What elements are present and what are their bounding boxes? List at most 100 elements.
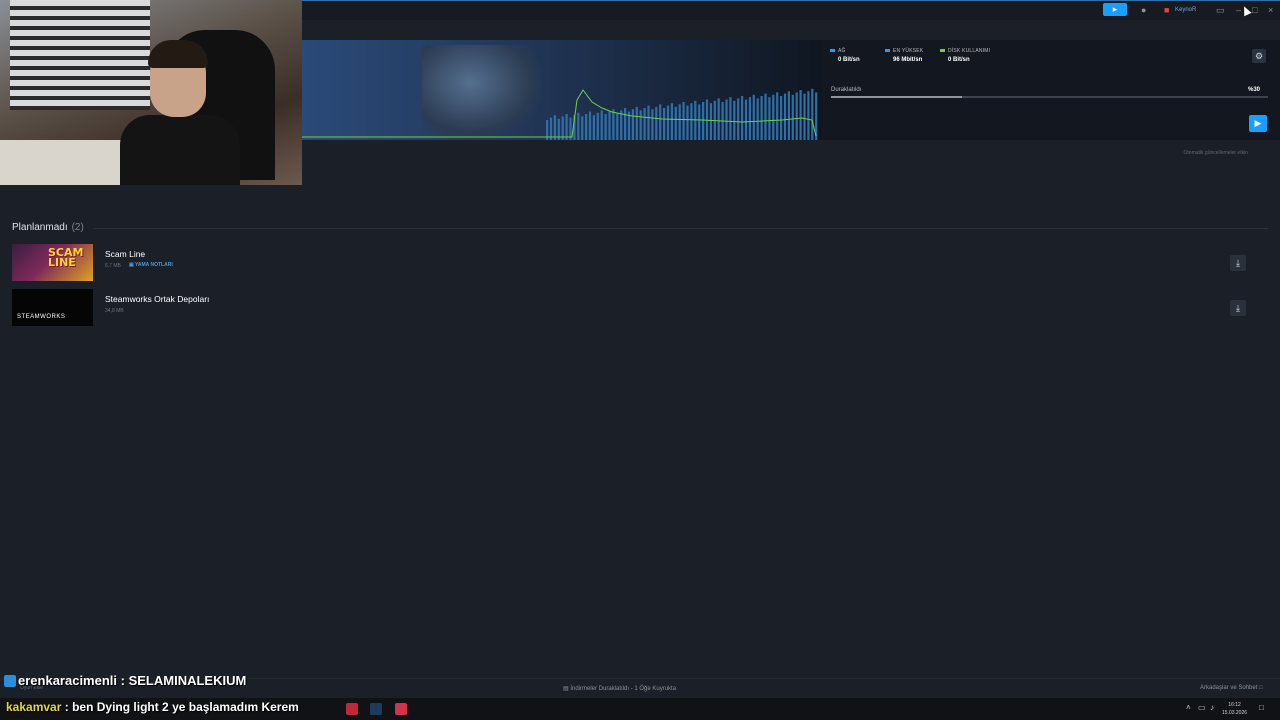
bandwidth-bar	[686, 105, 689, 140]
download-percent: %30	[1248, 87, 1261, 93]
bandwidth-bar	[772, 94, 775, 140]
download-item[interactable]: STEAMWORKS Steamworks Ortak Depoları 34,…	[12, 289, 1268, 327]
megaphone-icon: ▸	[1112, 4, 1118, 14]
bandwidth-bar	[635, 106, 638, 140]
bandwidth-bar	[588, 111, 592, 140]
game-title[interactable]: Scam Line	[105, 249, 145, 259]
download-item[interactable]: SCAM LINE Scam Line 6,7 MB ▣ YAMA NOTLAR…	[12, 244, 1268, 282]
section-count: (2)	[71, 222, 84, 233]
bandwidth-bar	[807, 91, 810, 140]
download-progress-fill	[831, 96, 963, 98]
bandwidth-bar	[620, 110, 623, 140]
bandwidth-bar	[748, 97, 751, 140]
window-blind	[10, 0, 150, 110]
bandwidth-bar	[592, 115, 595, 140]
bandwidth-bar	[725, 99, 728, 140]
maximize-icon[interactable]: □	[1252, 4, 1257, 16]
bandwidth-bar	[709, 103, 712, 140]
app-icon[interactable]	[395, 703, 407, 715]
download-button[interactable]: ⤓	[1230, 300, 1246, 316]
section-title: Planlanmadı (2)	[12, 222, 84, 233]
chat-message: erenkaracimenli : SELAMINALEKIUM	[4, 673, 246, 688]
stat-label: EN YÜKSEK	[893, 48, 924, 54]
minimize-icon[interactable]: –	[1236, 4, 1241, 16]
bandwidth-bar	[764, 93, 767, 140]
bandwidth-bar	[811, 88, 814, 140]
volume-icon[interactable]: ♪	[1210, 703, 1214, 712]
download-settings-button[interactable]: ⚙	[1252, 49, 1266, 63]
bandwidth-bar	[647, 105, 650, 140]
bandwidth-bar	[666, 105, 670, 140]
webcam-overlay	[0, 0, 302, 185]
username[interactable]: KeynoR	[1175, 4, 1196, 16]
gear-icon: ⚙	[1254, 51, 1264, 61]
bandwidth-bar	[581, 116, 584, 140]
bandwidth-bar	[655, 106, 658, 140]
bandwidth-bar	[659, 104, 662, 140]
bandwidth-bar	[604, 114, 607, 140]
bandwidth-bar	[783, 93, 787, 140]
bandwidth-bar	[608, 111, 611, 140]
bandwidth-bar	[616, 112, 619, 140]
bandwidth-bar	[795, 92, 798, 140]
patch-notes-link[interactable]: ▣ YAMA NOTLARI	[129, 262, 173, 268]
bandwidth-bar	[741, 96, 744, 140]
game-title[interactable]: Steamworks Ortak Depoları	[105, 294, 209, 304]
bandwidth-bar	[663, 108, 666, 140]
bandwidth-bar	[577, 112, 580, 140]
game-thumbnail[interactable]: STEAMWORKS	[12, 289, 93, 326]
bell-icon[interactable]: ●	[1141, 4, 1146, 16]
bandwidth-bar	[612, 109, 615, 140]
network-icon	[830, 49, 835, 53]
bandwidth-bar	[639, 110, 642, 140]
bandwidth-bar	[670, 103, 673, 140]
chat-badge-icon	[4, 675, 16, 687]
stat-label: DİSK KULLANIMI	[948, 48, 991, 54]
chat-icon: □	[1259, 685, 1263, 691]
announcements-button[interactable]: ▸	[1103, 3, 1127, 16]
system-clock[interactable]: 16:12 15.03.2026	[1222, 701, 1247, 717]
app-icon[interactable]	[346, 703, 358, 715]
bandwidth-bar	[752, 94, 755, 140]
download-progress-bar	[831, 96, 1268, 98]
bandwidth-bar	[600, 110, 603, 140]
big-picture-icon[interactable]: ▭	[1216, 4, 1225, 16]
bandwidth-bar	[698, 104, 701, 140]
bandwidth-bar	[729, 97, 732, 140]
game-thumbnail[interactable]: SCAM LINE	[12, 244, 93, 281]
bandwidth-bar	[585, 114, 588, 140]
disk-icon	[940, 49, 945, 53]
clock-time: 16:12	[1228, 702, 1241, 708]
notification-icon[interactable]: □	[1259, 703, 1264, 712]
tray-chevron-icon[interactable]: ˄	[1186, 703, 1191, 712]
bandwidth-bar	[744, 99, 748, 140]
bandwidth-bar	[553, 115, 556, 140]
chat-user: erenkaracimenli	[18, 673, 118, 688]
bandwidth-bar	[561, 116, 564, 140]
bandwidth-graph	[302, 88, 818, 140]
friends-chat-label: Arkadaşlar ve Sohbet	[1200, 685, 1258, 691]
chat-user: kakamvar	[6, 700, 62, 714]
section-divider	[94, 228, 1268, 229]
download-icon: ⤓	[1236, 303, 1240, 313]
bandwidth-bar	[780, 96, 783, 140]
download-button[interactable]: ⤓	[1230, 255, 1246, 271]
download-banner: AĞ 0 Bit/sn EN YÜKSEK 96 Mbit/sn DİSK KU…	[302, 40, 1280, 140]
bandwidth-bar	[791, 94, 794, 140]
resume-button[interactable]: ▶	[1249, 115, 1267, 132]
stat-value: 0 Bit/sn	[948, 57, 970, 63]
chat-message: kakamvar : ben Dying light 2 ye başlamad…	[6, 700, 299, 714]
steam-taskbar-icon[interactable]	[370, 703, 382, 715]
auto-update-note: Otomatik güncellemeler etkin	[1183, 150, 1248, 156]
network-tray-icon[interactable]: ▭	[1198, 703, 1206, 712]
friends-chat-button[interactable]: Arkadaşlar ve Sohbet □	[1200, 685, 1263, 691]
avatar[interactable]: ■	[1164, 4, 1169, 16]
bandwidth-bar	[624, 108, 627, 140]
bandwidth-bar	[799, 90, 802, 140]
bandwidth-bar	[694, 100, 697, 140]
chat-text: SELAMINALEKIUM	[128, 673, 247, 688]
downloads-status[interactable]: ▤ İndirmeler Duraklatıldı - 1 Öğe Kuyruk…	[563, 685, 676, 692]
play-icon: ▶	[1254, 118, 1262, 128]
bandwidth-bar	[733, 100, 736, 140]
close-icon[interactable]: ×	[1268, 4, 1273, 16]
